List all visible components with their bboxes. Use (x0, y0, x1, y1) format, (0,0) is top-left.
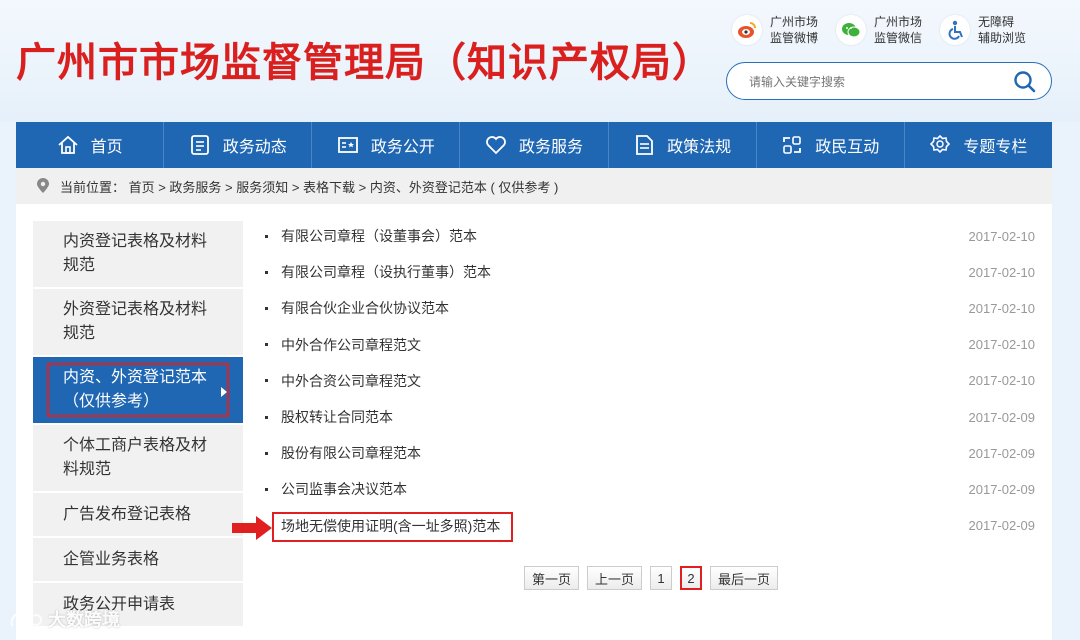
open-gov-icon (337, 137, 358, 153)
sidebar-item-enterprise[interactable]: 企管业务表格 (33, 538, 243, 583)
sidebar-item-individual-business[interactable]: 个体工商户表格及材料规范 (33, 425, 243, 493)
nav-item-home[interactable]: 首页 (16, 122, 165, 168)
page-2-button[interactable]: 2 (680, 566, 703, 590)
heart-icon (486, 136, 506, 155)
watermark-text: 大数跨境 (48, 610, 120, 630)
bullet-icon (265, 451, 268, 455)
list-item[interactable]: 股权转让合同范本 2017-02-09 (263, 399, 1043, 435)
document-list: 有限公司章程（设董事会）范本 2017-02-10 有限公司章程（设执行董事）范本… (263, 218, 1043, 544)
accessibility-icon (940, 15, 970, 45)
list-item-title[interactable]: 中外合资公司章程范文 (281, 371, 421, 391)
weibo-label-1: 广州市场 (770, 15, 819, 29)
site-title: 广州市市场监督管理局（知识产权局） (16, 40, 713, 86)
main-nav: 首页 政务动态 政务公开 政务服务 政策法规 政民互动 专题专栏 (16, 122, 1052, 168)
list-item-title[interactable]: 有限公司章程（设执行董事）范本 (281, 262, 491, 282)
bullet-icon (265, 343, 268, 347)
list-item-date: 2017-02-09 (968, 445, 1036, 461)
nav-label-open-gov: 政务公开 (370, 139, 435, 156)
nav-label-services: 政务服务 (518, 139, 583, 156)
list-item[interactable]: 中外合资公司章程范文 2017-02-10 (263, 363, 1043, 399)
document-icon (636, 135, 654, 155)
pagination: 第一页 上一页 1 2 最后一页 (524, 566, 779, 590)
sidebar-item-advertising[interactable]: 广告发布登记表格 (33, 493, 243, 538)
search-box (726, 62, 1052, 100)
sidebar-item-label: 内资登记表格及材料规范 (63, 233, 208, 274)
sidebar-item-label: 外资登记表格及材料规范 (63, 301, 208, 342)
bullet-icon (265, 379, 268, 383)
nav-item-topics[interactable]: 专题专栏 (905, 122, 1052, 168)
location-pin-icon (37, 178, 49, 193)
accessibility-label-2: 辅助浏览 (978, 31, 1027, 45)
wechat-link[interactable]: 广州市场 监管微信 (836, 14, 938, 46)
bullet-icon (265, 306, 268, 310)
list-item[interactable]: 有限公司章程（设执行董事）范本 2017-02-10 (263, 254, 1043, 290)
list-item-date: 2017-02-10 (968, 373, 1036, 389)
nav-item-news[interactable]: 政务动态 (164, 122, 313, 168)
nav-label-home: 首页 (90, 139, 123, 156)
home-icon (57, 135, 78, 154)
sidebar-item-label: 个体工商户表格及材料规范 (63, 437, 208, 478)
watermark-logo-icon (10, 612, 42, 627)
weibo-icon (732, 15, 762, 45)
bullet-icon (265, 415, 268, 419)
search-input[interactable] (749, 72, 999, 92)
list-item-title[interactable]: 股份有限公司章程范本 (281, 443, 421, 463)
highlight-box-sidebar (47, 363, 229, 417)
prev-page-button[interactable]: 上一页 (587, 566, 643, 590)
interaction-icon (783, 136, 802, 154)
badge-icon (930, 134, 951, 154)
list-item-title[interactable]: 有限公司章程（设董事会）范本 (281, 226, 477, 246)
wechat-label-1: 广州市场 (874, 15, 923, 29)
search-icon[interactable] (1013, 70, 1037, 94)
nav-label-policy: 政策法规 (667, 139, 732, 156)
nav-label-topics: 专题专栏 (963, 139, 1028, 156)
highlight-box-list-item (272, 512, 513, 542)
weibo-label-2: 监管微博 (770, 31, 819, 45)
sidebar-item-label: 广告发布登记表格 (63, 505, 192, 523)
last-page-button[interactable]: 最后一页 (710, 566, 779, 590)
watermark: 大数跨境 (8, 606, 120, 632)
red-arrow-icon (232, 516, 272, 540)
sidebar-item-domestic-forms[interactable]: 内资登记表格及材料规范 (33, 221, 243, 289)
nav-label-news: 政务动态 (222, 139, 287, 156)
list-item[interactable]: 公司监事会决议范本 2017-02-09 (263, 471, 1043, 507)
list-item-date: 2017-02-09 (968, 409, 1036, 425)
list-item[interactable]: 股份有限公司章程范本 2017-02-09 (263, 435, 1043, 471)
wechat-icon (836, 15, 866, 45)
list-item-date: 2017-02-09 (968, 481, 1036, 497)
breadcrumb-text: 当前位置： 首页 > 政务服务 > 服务须知 > 表格下载 > 内资、外资登记范… (60, 179, 559, 195)
bullet-icon (265, 270, 268, 274)
nav-item-interaction[interactable]: 政民互动 (757, 122, 905, 168)
list-item-title[interactable]: 有限合伙企业合伙协议范本 (281, 298, 449, 318)
weibo-link[interactable]: 广州市场 监管微博 (732, 14, 834, 46)
list-item-date: 2017-02-09 (968, 518, 1036, 534)
nav-label-interaction: 政民互动 (815, 139, 880, 156)
list-item-title[interactable]: 公司监事会决议范本 (281, 479, 407, 499)
sidebar: 内资登记表格及材料规范 外资登记表格及材料规范 内资、外资登记范本（仅供参考） … (33, 221, 243, 628)
nav-item-policy[interactable]: 政策法规 (609, 122, 757, 168)
news-icon (190, 135, 209, 155)
list-item-date: 2017-02-10 (968, 228, 1036, 244)
list-item[interactable]: 中外合作公司章程范文 2017-02-10 (263, 327, 1043, 363)
first-page-button[interactable]: 第一页 (524, 566, 580, 590)
list-item-title[interactable]: 股权转让合同范本 (281, 407, 393, 427)
list-item-date: 2017-02-10 (968, 337, 1036, 353)
list-item[interactable]: 有限公司章程（设董事会）范本 2017-02-10 (263, 218, 1043, 254)
nav-item-open-gov[interactable]: 政务公开 (312, 122, 461, 168)
accessibility-link[interactable]: 无障碍 辅助浏览 (940, 14, 1042, 46)
bullet-icon (265, 487, 268, 491)
breadcrumb: 当前位置： 首页 > 政务服务 > 服务须知 > 表格下载 > 内资、外资登记范… (16, 168, 1052, 204)
sidebar-item-foreign-forms[interactable]: 外资登记表格及材料规范 (33, 289, 243, 357)
list-item-date: 2017-02-10 (968, 300, 1036, 316)
list-item[interactable]: 有限合伙企业合伙协议范本 2017-02-10 (263, 290, 1043, 326)
accessibility-label-1: 无障碍 (978, 15, 1015, 29)
list-item-date: 2017-02-10 (968, 264, 1036, 280)
nav-item-services[interactable]: 政务服务 (460, 122, 609, 168)
bullet-icon (265, 234, 268, 238)
wechat-label-2: 监管微信 (874, 31, 923, 45)
sidebar-item-label: 企管业务表格 (63, 550, 160, 568)
page-1-button[interactable]: 1 (650, 566, 673, 590)
list-item-title[interactable]: 中外合作公司章程范文 (281, 335, 421, 355)
